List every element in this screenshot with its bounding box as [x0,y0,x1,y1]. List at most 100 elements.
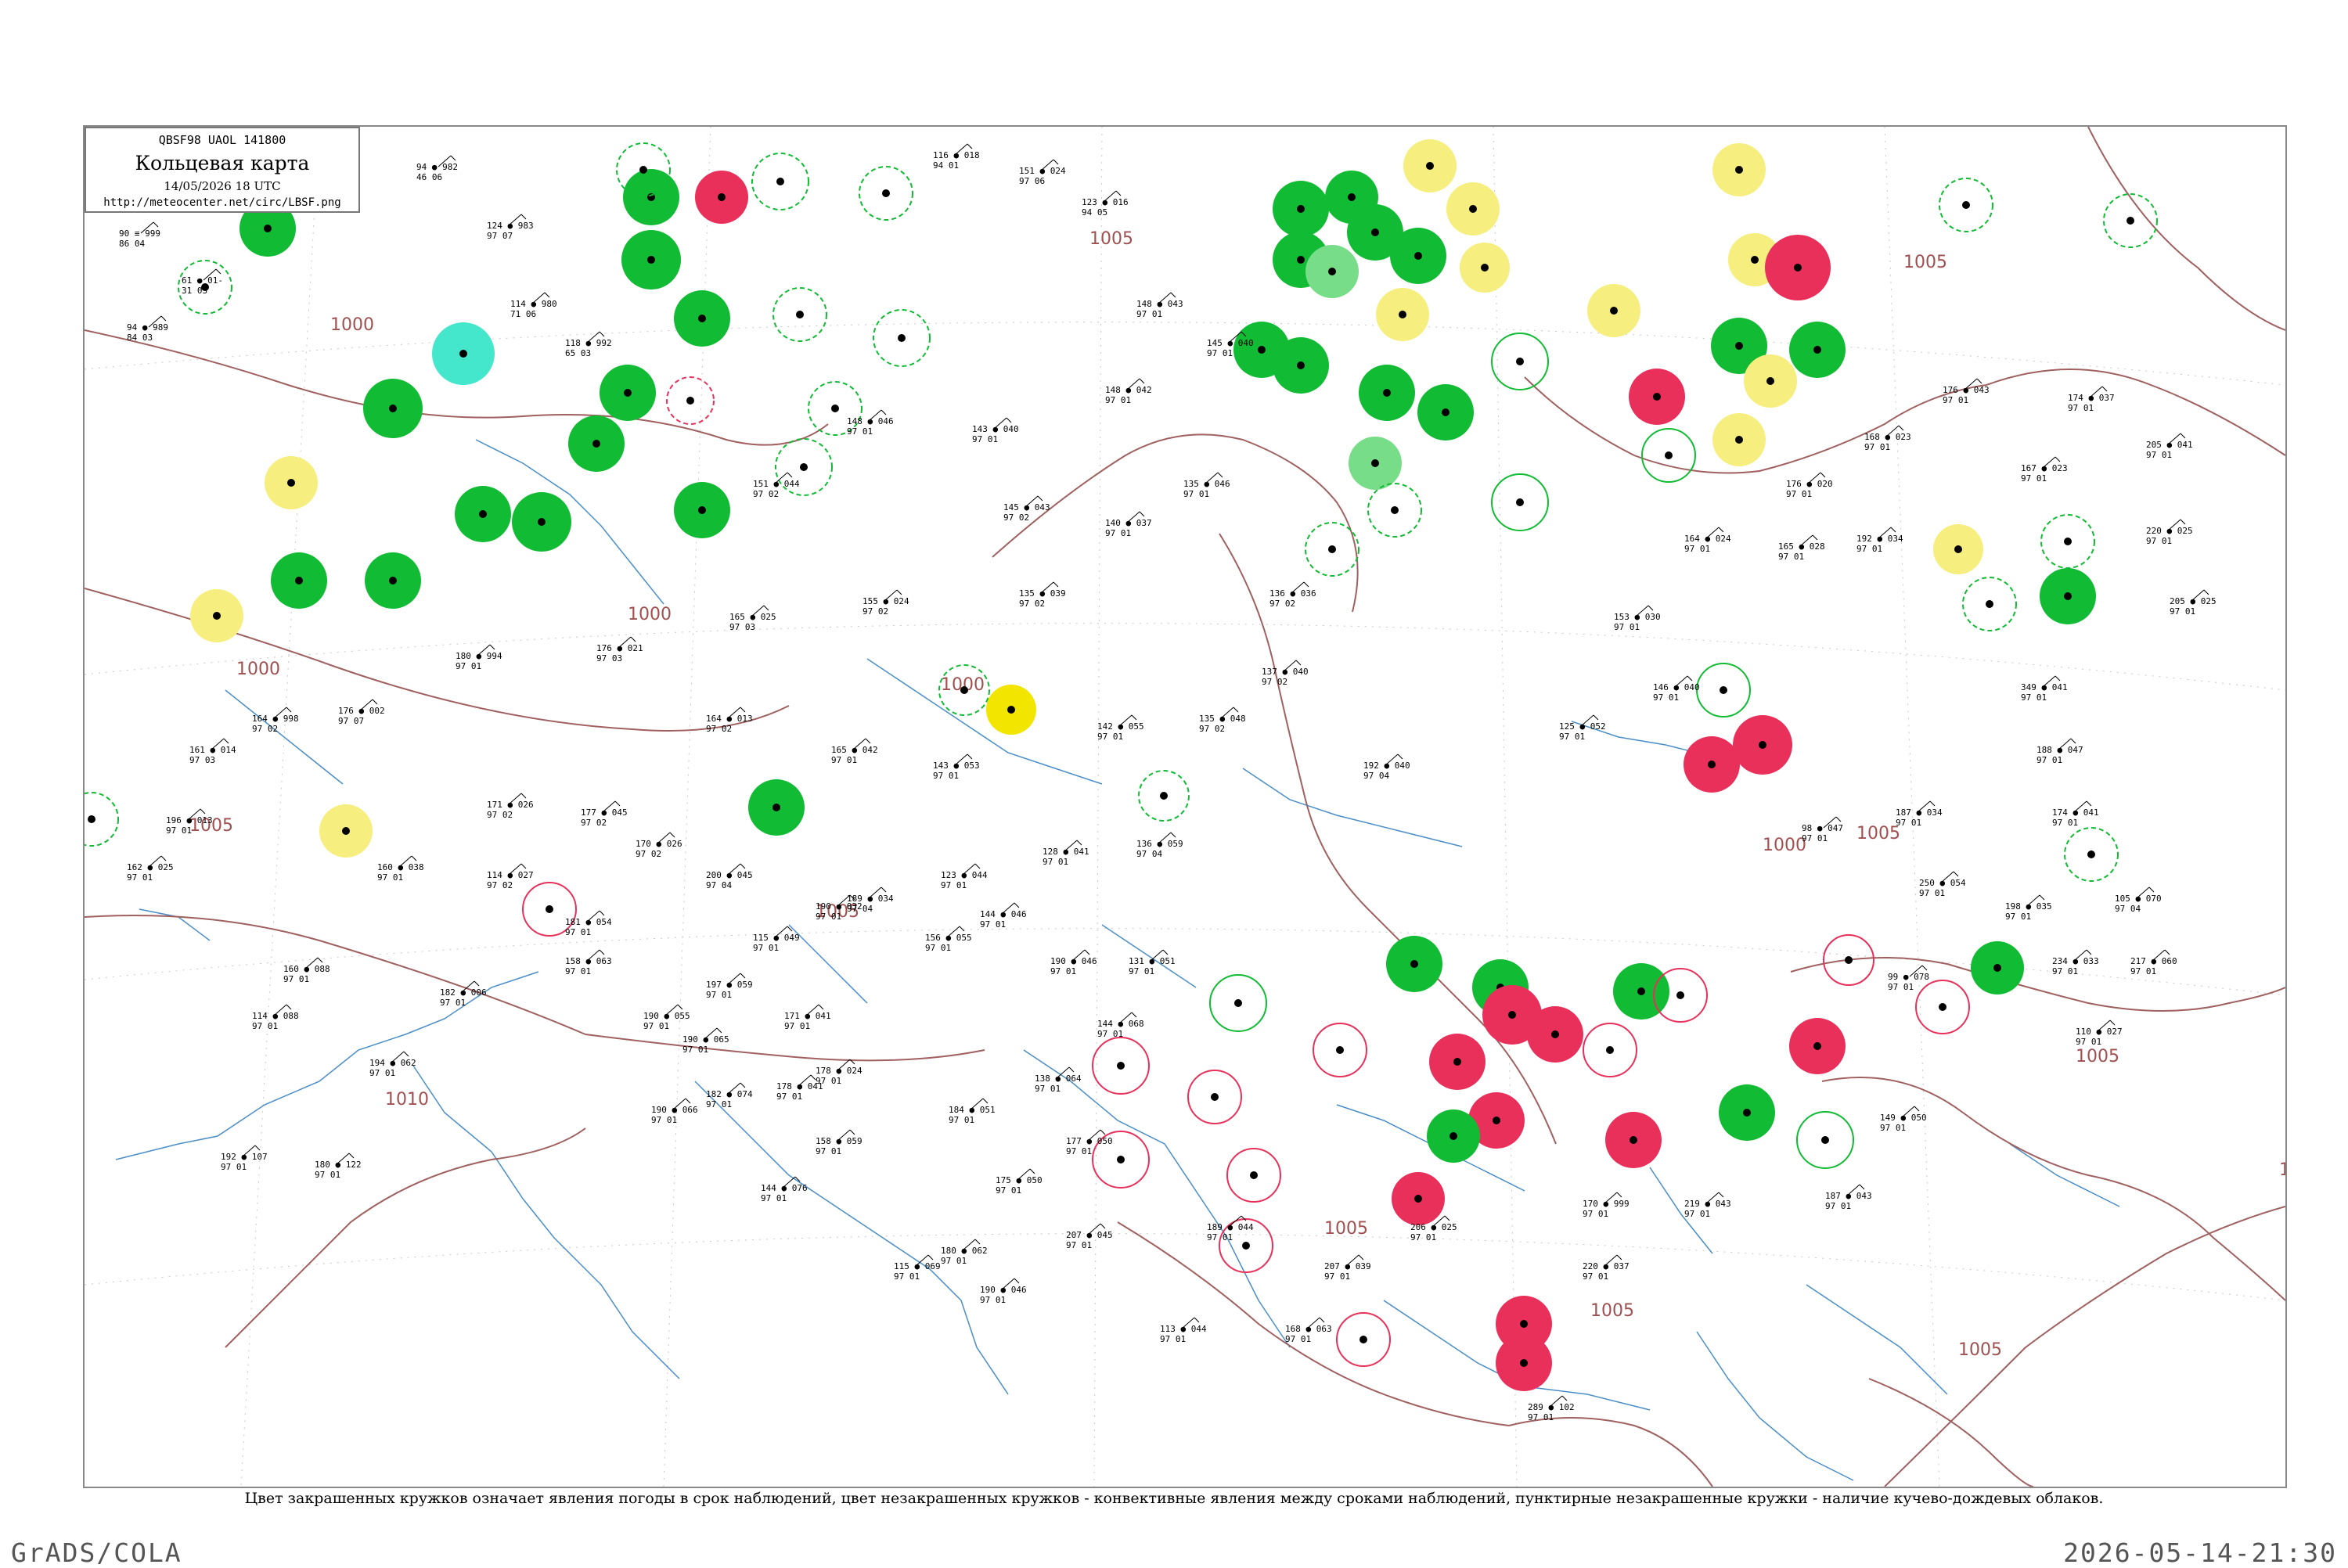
station-plot[interactable]: 207 ● 04597 01 [1066,1223,1113,1250]
station-plot[interactable]: 174 ● 04197 01 [2052,800,2099,828]
station-plot[interactable]: 148 ● 04397 01 [1136,292,1183,319]
station-plot[interactable]: 192 ● 04097 04 [1363,753,1410,781]
station-plot[interactable]: 94 ● 98984 03 [127,315,168,343]
station-plot[interactable]: 153 ● 03097 01 [1614,605,1661,632]
station-plot[interactable]: 192 ● 03497 01 [1856,527,1903,554]
station-plot[interactable]: 61 ● 01-31 03 [182,268,223,296]
station-plot[interactable]: 162 ● 02597 01 [127,855,174,883]
station-plot[interactable]: 205 ● 02597 01 [2170,589,2217,617]
station-plot[interactable]: 164 ● 99897 02 [252,707,299,734]
station-plot[interactable]: 136 ● 05997 04 [1136,832,1183,859]
station-plot[interactable]: 156 ● 05597 01 [925,926,972,953]
station-plot[interactable]: 192 ● 10797 01 [221,1145,268,1172]
station-plot[interactable]: 151 ● 04497 02 [753,472,800,499]
station-plot[interactable]: 155 ● 02497 02 [862,589,909,617]
station-plot[interactable]: 138 ● 06497 01 [1035,1066,1082,1094]
station-plot[interactable]: 151 ● 02497 06 [1019,159,1066,186]
station-plot[interactable]: 198 ● 03597 01 [2005,894,2052,922]
station-plot[interactable]: 131 ● 05197 01 [1129,949,1176,976]
station-plot[interactable]: 190 ● 06697 01 [651,1098,698,1125]
station-plot[interactable]: 114 ● 98071 06 [510,292,557,319]
station-plot[interactable]: 128 ● 04197 01 [1043,840,1089,867]
station-plot[interactable]: 167 ● 02397 01 [2021,456,2068,484]
station-plot[interactable]: 143 ● 05397 01 [933,753,980,781]
station-plot[interactable]: 160 ● 08897 01 [283,957,330,984]
station-plot[interactable]: 174 ● 03797 01 [2068,386,2115,413]
station-plot[interactable]: 144 ● 06897 01 [1097,1012,1144,1039]
station-plot[interactable]: 118 ● 99265 03 [565,331,612,358]
station-plot[interactable]: 349 ● 04197 01 [2021,675,2068,703]
station-plot[interactable]: 190 ● 04697 01 [1050,949,1097,976]
station-plot[interactable]: 123 ● 01694 05 [1082,190,1129,218]
station-plot[interactable]: 188 ● 04797 01 [2036,738,2083,765]
station-plot[interactable]: 144 ● 07697 01 [761,1176,808,1203]
station-plot[interactable]: 171 ● 02697 02 [487,793,534,820]
station-plot[interactable]: 219 ● 04397 01 [1684,1192,1731,1219]
station-plot[interactable]: 164 ● 02497 01 [1684,527,1731,554]
station-plot[interactable]: 136 ● 03697 02 [1269,581,1316,609]
station-plot[interactable]: 187 ● 03497 01 [1896,800,1943,828]
station-plot[interactable]: 178 ● 02497 01 [816,1059,862,1086]
station-plot[interactable]: 115 ● 04997 01 [753,926,800,953]
station-plot[interactable]: 142 ● 05597 01 [1097,714,1144,742]
station-plot[interactable]: 90 ≡ 99986 04 [119,221,160,249]
station-plot[interactable]: 177 ● 04597 02 [581,800,628,828]
station-plot[interactable]: 180 ● 99497 01 [456,644,502,671]
station-plot[interactable]: 190 ● 05597 01 [643,1004,690,1031]
station-plot[interactable]: 135 ● 04697 01 [1183,472,1230,499]
station-plot[interactable]: 144 ● 04697 01 [980,902,1027,930]
station-plot[interactable]: 182 ● 07497 01 [706,1082,753,1109]
station-plot[interactable]: 234 ● 03397 01 [2052,949,2099,976]
station-plot[interactable]: 135 ● 03997 02 [1019,581,1066,609]
station-plot[interactable]: 145 ● 04397 02 [1003,495,1050,523]
station-plot[interactable]: 180 ● 12297 01 [315,1153,362,1180]
station-plot[interactable]: 164 ● 01397 02 [706,707,753,734]
station-plot[interactable]: 105 ● 07097 04 [2115,886,2162,914]
station-plot[interactable]: 98 ● 04797 01 [1802,816,1843,843]
station-plot[interactable]: 123 ● 04497 01 [941,863,988,890]
station-plot[interactable]: 170 ● 99997 01 [1583,1192,1630,1219]
station-plot[interactable]: 146 ● 04097 01 [1653,675,1700,703]
station-plot[interactable]: 190 ● 04697 01 [980,1278,1027,1305]
station-plot[interactable]: 161 ● 01497 03 [189,738,236,765]
station-plot[interactable]: 148 ● 04297 01 [1105,378,1152,405]
station-plot[interactable]: 113 ● 04497 01 [1160,1317,1207,1344]
station-plot[interactable]: 250 ● 05497 01 [1919,871,1966,898]
station-plot[interactable]: 116 ● 01894 01 [933,143,980,171]
station-plot[interactable]: 158 ● 06397 01 [565,949,612,976]
station-plot[interactable]: 165 ● 02897 01 [1778,534,1825,562]
station-plot[interactable]: 200 ● 04597 04 [706,863,753,890]
station-plot[interactable]: 137 ● 04097 02 [1262,660,1309,687]
station-plot[interactable]: 182 ● 00697 01 [440,980,487,1008]
map-frame[interactable]: 1000 1000 1000 1005 1005 1005 1000 1005 1000 1005… [83,125,2287,1488]
station-plot[interactable]: 168 ● 02397 01 [1864,425,1911,452]
station-plot[interactable]: 220 ● 02597 01 [2146,519,2193,546]
station-plot[interactable]: 176 ● 02197 03 [596,636,643,664]
station-plot[interactable]: 176 ● 02097 01 [1786,472,1833,499]
station-plot[interactable]: 149 ● 05097 01 [1880,1106,1927,1133]
station-plot[interactable]: 114 ● 08897 01 [252,1004,299,1031]
station-plot[interactable]: 168 ● 06397 01 [1285,1317,1332,1344]
station-plot[interactable]: 160 ● 03897 01 [377,855,424,883]
station-plot[interactable]: 143 ● 04097 01 [972,417,1019,444]
station-plot[interactable]: 140 ● 03797 01 [1105,511,1152,538]
station-plot[interactable]: 110 ● 02797 01 [2076,1020,2123,1047]
station-plot[interactable]: 148 ● 04697 01 [847,409,894,437]
station-plot[interactable]: 217 ● 06097 01 [2130,949,2177,976]
station-plot[interactable]: 189 ● 04497 01 [1207,1215,1254,1243]
station-plot[interactable]: 114 ● 02797 02 [487,863,534,890]
station-plot[interactable]: 135 ● 04897 02 [1199,707,1246,734]
station-plot[interactable]: 165 ● 04297 01 [831,738,878,765]
station-plot[interactable]: 171 ● 04197 01 [784,1004,831,1031]
station-plot[interactable]: 165 ● 02597 03 [729,605,776,632]
station-plot[interactable]: 115 ● 06997 01 [894,1254,941,1282]
station-plot[interactable]: 176 ● 00297 07 [338,699,385,726]
map-url[interactable]: http://meteocenter.net/circ/LBSF.png [86,196,358,209]
station-plot[interactable]: 176 ● 04397 01 [1943,378,1990,405]
station-plot[interactable]: 124 ● 98397 07 [487,214,534,241]
station-plot[interactable]: 175 ● 05097 01 [996,1168,1043,1196]
station-plot[interactable]: 220 ● 03797 01 [1583,1254,1630,1282]
station-plot[interactable]: 194 ● 06297 01 [369,1051,416,1078]
weather-map[interactable]: 1000100010001005100510051000100510001005… [85,127,2285,1487]
station-plot[interactable]: 94 ● 98246 06 [416,155,458,182]
